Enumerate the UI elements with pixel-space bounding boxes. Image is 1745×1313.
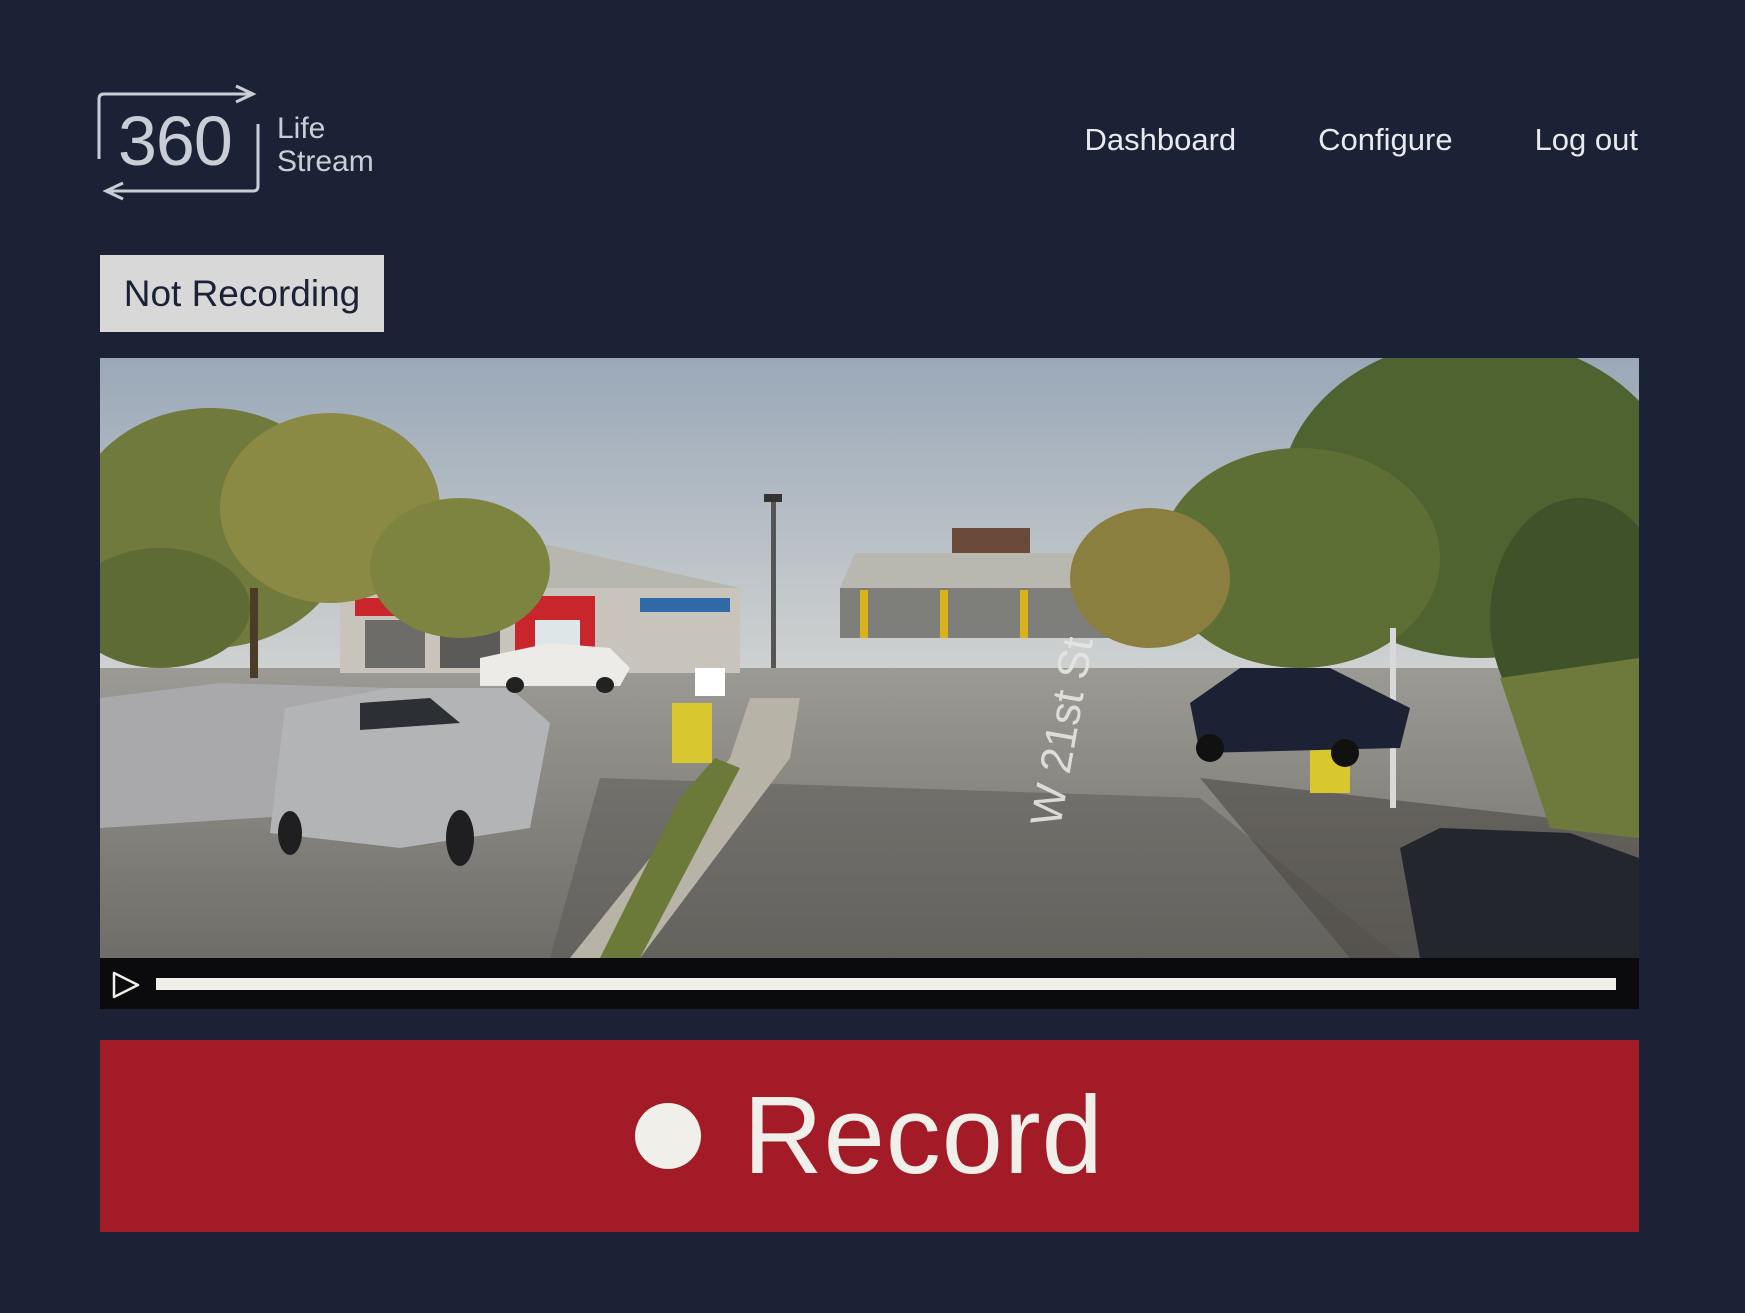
record-button[interactable]: Record xyxy=(100,1040,1639,1232)
record-label: Record xyxy=(743,1074,1104,1197)
top-nav: Dashboard Configure Log out xyxy=(1084,122,1638,158)
video-player[interactable]: W 21st St xyxy=(100,358,1639,1009)
logo-word-stream: Stream xyxy=(277,145,374,178)
recording-status-badge: Not Recording xyxy=(100,255,384,332)
nav-log-out[interactable]: Log out xyxy=(1535,122,1638,158)
logo-word-life: Life xyxy=(277,112,326,145)
record-dot-icon xyxy=(635,1103,702,1169)
nav-configure[interactable]: Configure xyxy=(1318,122,1452,158)
video-frame: W 21st St xyxy=(100,358,1639,958)
logo-wordmark: Life Stream xyxy=(277,112,374,178)
nav-dashboard[interactable]: Dashboard xyxy=(1084,122,1236,158)
video-controls xyxy=(100,958,1639,1009)
play-icon[interactable] xyxy=(110,970,142,1000)
logo-number: 360 xyxy=(118,102,233,180)
progress-bar[interactable] xyxy=(156,978,1616,990)
logo[interactable]: 360 Life Stream xyxy=(96,84,396,204)
